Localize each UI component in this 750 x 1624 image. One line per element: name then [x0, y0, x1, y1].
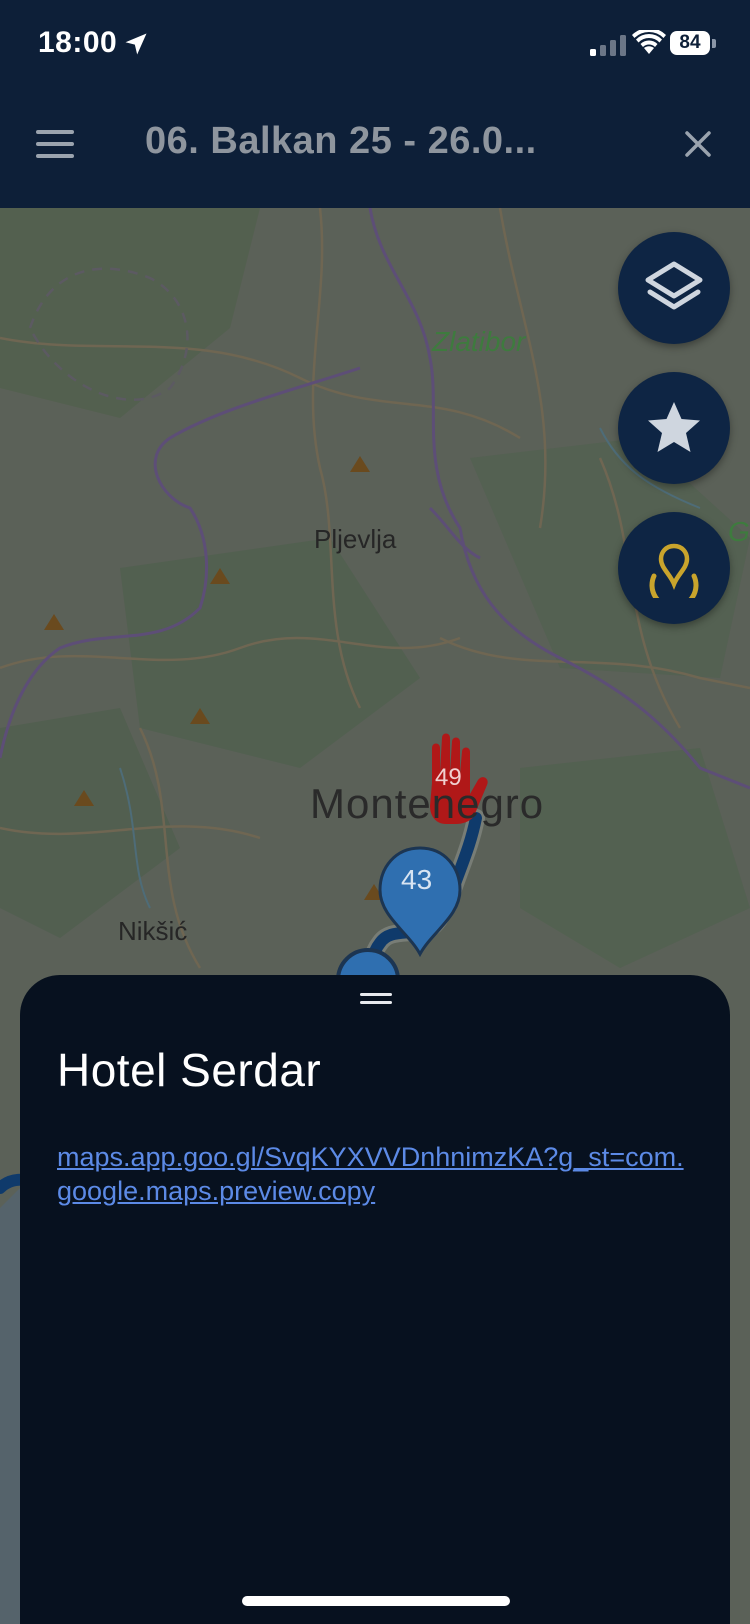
sheet-drag-handle[interactable]: [360, 993, 392, 1005]
locate-button[interactable]: [618, 512, 730, 624]
layers-button[interactable]: [618, 232, 730, 344]
app-header: 06. Balkan 25 - 26.0...: [0, 90, 750, 208]
location-target-icon: [649, 543, 699, 598]
place-title: Hotel Serdar: [57, 1044, 322, 1096]
stop-marker-number: 49: [435, 764, 462, 791]
star-icon: [648, 402, 700, 452]
map-label-niksic: Nikšić: [118, 916, 188, 946]
map-label-edge: G: [728, 516, 750, 547]
place-details-sheet: Hotel Serdar maps.app.goo.gl/SvqKYXVVDnh…: [20, 975, 730, 1624]
place-link[interactable]: maps.app.goo.gl/SvqKYXVVDnhnimzKA?g_st=c…: [57, 1140, 697, 1208]
close-icon[interactable]: [680, 126, 716, 162]
map-label-pljevlja: Pljevlja: [314, 524, 397, 554]
layers-icon: [645, 261, 703, 310]
page-title: 06. Balkan 25 - 26.0...: [145, 120, 537, 162]
battery-level: 84: [670, 31, 710, 55]
status-time: 18:00: [38, 26, 118, 59]
menu-button[interactable]: [36, 128, 76, 160]
battery-icon: 84: [670, 31, 718, 57]
map-label-montenegro: Montenegro: [310, 780, 545, 827]
map-label-zlatibor: Zlatibor: [432, 326, 526, 357]
waypoint-marker-number: 43: [401, 864, 433, 895]
wifi-icon: [632, 30, 666, 54]
status-bar: 18:00 84: [0, 0, 750, 90]
location-arrow-icon: [125, 33, 147, 55]
cellular-signal-icon: [590, 35, 626, 56]
favorites-button[interactable]: [618, 372, 730, 484]
home-indicator[interactable]: [242, 1596, 510, 1606]
